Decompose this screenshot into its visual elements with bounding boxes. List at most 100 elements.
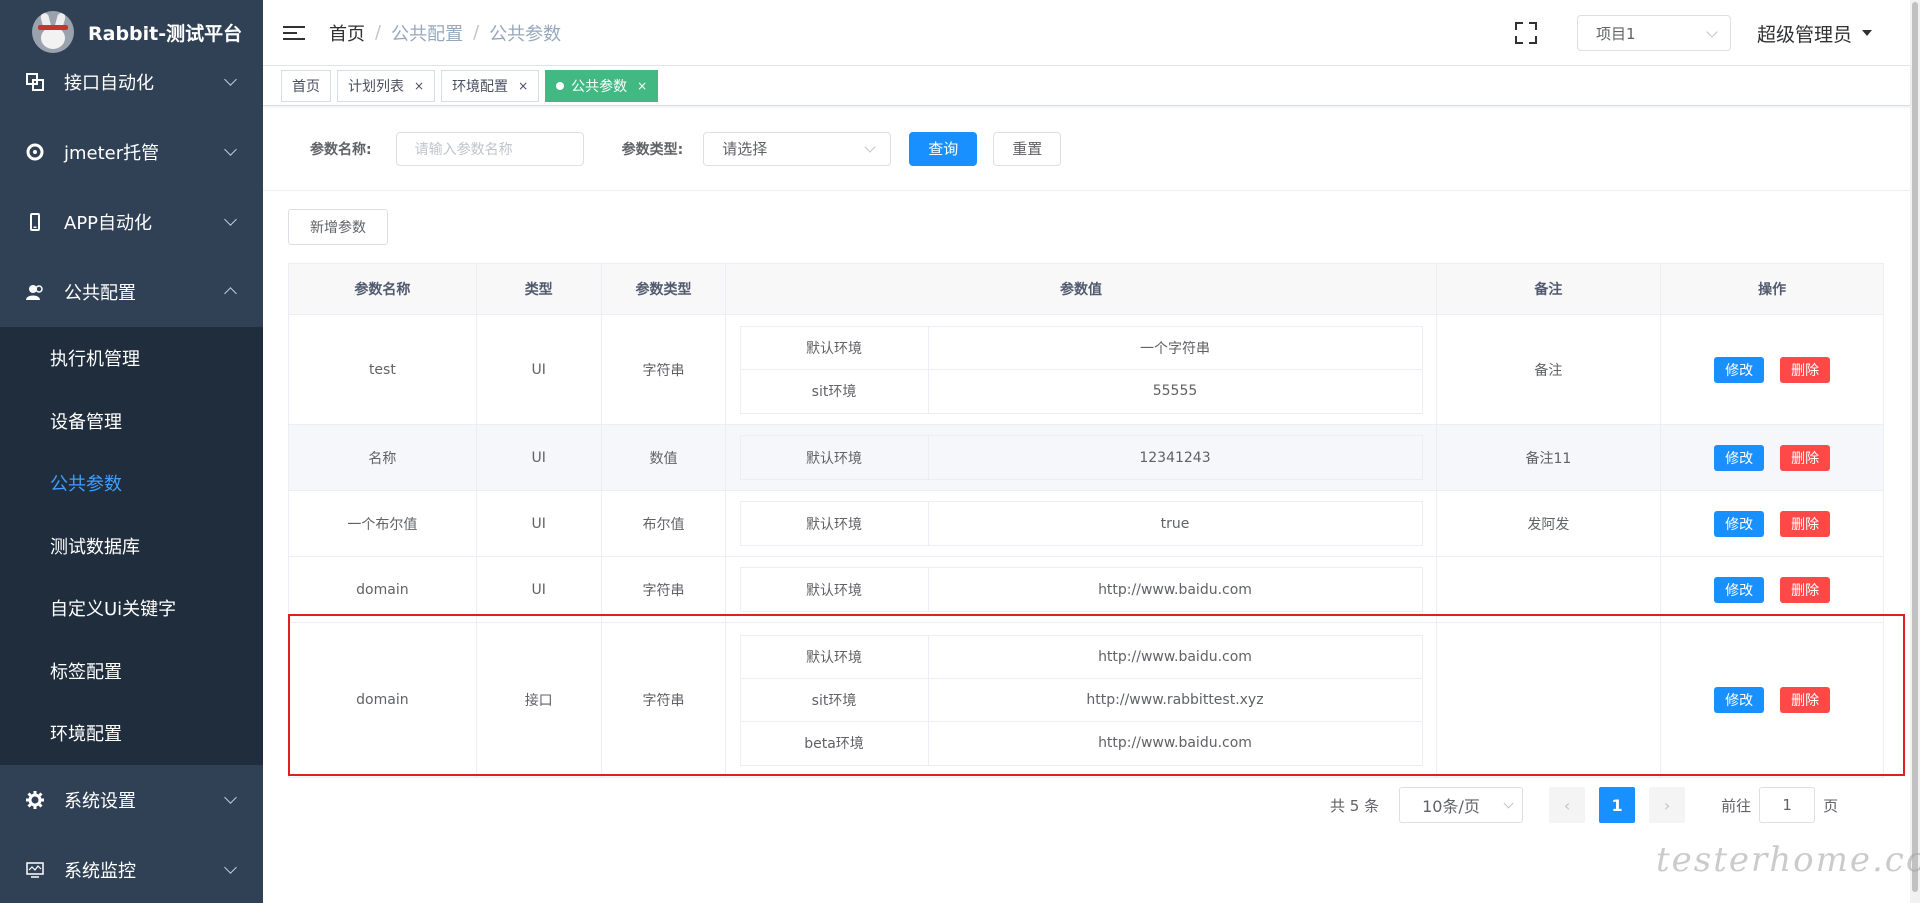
hamburger-icon[interactable] (283, 22, 305, 44)
breadcrumb-home[interactable]: 首页 (329, 20, 365, 46)
param-type-value: 请选择 (722, 140, 768, 158)
env-value: http://www.baidu.com (1098, 581, 1252, 598)
page-size-select[interactable]: 10条/页 (1399, 787, 1524, 823)
reset-button[interactable]: 重置 (993, 131, 1062, 166)
env-name: 默认环境 (741, 568, 929, 611)
edit-button[interactable]: 修改 (1714, 444, 1765, 471)
header-right: 项目1 超级管理员 (1514, 0, 1920, 66)
kind-cell: UI (477, 425, 602, 490)
edit-button[interactable]: 修改 (1714, 576, 1765, 603)
delete-button[interactable]: 删除 (1780, 356, 1831, 383)
param-name-cell: 一个布尔值 (289, 491, 477, 556)
goto-page-input[interactable]: 1 (1759, 787, 1816, 823)
edit-button[interactable]: 修改 (1714, 356, 1765, 383)
column-header: 参数类型 (601, 264, 727, 314)
sidebar-item-jmeter[interactable]: jmeter托管 (0, 117, 263, 187)
tag-home[interactable]: 首页 (281, 69, 331, 102)
delete-button[interactable]: 删除 (1780, 687, 1831, 713)
submenu-item-tags[interactable]: 标签配置 (0, 640, 263, 703)
env-name: 默认环境 (741, 635, 929, 678)
remark-cell (1437, 623, 1662, 777)
tag-plan-list[interactable]: 计划列表 × (337, 69, 436, 102)
env-value: 一个字符串 (1140, 340, 1210, 357)
param-type-select[interactable]: 请选择 (703, 131, 892, 166)
delete-button[interactable]: 删除 (1780, 576, 1831, 603)
param-type-cell: 字符串 (602, 315, 727, 424)
table-row[interactable]: 一个布尔值 UI 布尔值 默认环境 true 发阿发 修改 删除 (289, 491, 1883, 557)
submenu-item-test-db[interactable]: 测试数据库 (0, 515, 263, 578)
sidebar-item-system-monitor[interactable]: 系统监控 (0, 835, 263, 903)
submenu-item-env[interactable]: 环境配置 (0, 702, 263, 765)
tag-env-config[interactable]: 环境配置 × (441, 69, 540, 102)
param-values-cell: 默认环境 http://www.baidu.com sit环境 http://w… (726, 623, 1437, 777)
column-header: 操作 (1661, 264, 1883, 314)
env-value: 55555 (1152, 383, 1198, 399)
sidebar-item-api-automation[interactable]: 接口自动化 (0, 47, 263, 117)
page-number-button[interactable]: 1 (1599, 787, 1636, 823)
submenu-public-config: 执行机管理 设备管理 公共参数 测试数据库 自定义Ui关键字 标签配置 环境配置 (0, 327, 263, 765)
remark-cell: 备注11 (1437, 425, 1662, 490)
param-values-cell: 默认环境 12341243 (726, 425, 1437, 490)
tag-label: 公共参数 (571, 78, 628, 95)
project-select[interactable]: 项目1 (1576, 15, 1731, 51)
param-name-cell: 名称 (289, 425, 477, 490)
column-header: 参数名称 (289, 264, 477, 314)
close-icon[interactable]: × (414, 79, 424, 93)
param-type-cell: 数值 (602, 425, 727, 490)
submenu-item-public-params[interactable]: 公共参数 (0, 452, 263, 515)
vertical-scrollbar[interactable] (1910, 0, 1920, 903)
aperture-icon (26, 143, 44, 161)
gear-icon (26, 790, 44, 809)
env-values-table: 默认环境 true (739, 501, 1423, 546)
env-values-table: 默认环境 http://www.baidu.com sit环境 http://w… (739, 634, 1423, 766)
param-type-cell: 字符串 (602, 623, 727, 777)
sidebar-item-system-settings[interactable]: 系统设置 (0, 765, 263, 835)
users-icon (26, 283, 44, 301)
prev-page-button[interactable]: ‹ (1549, 787, 1586, 823)
active-dot-icon (556, 81, 565, 90)
sidebar-item-label: 公共配置 (64, 283, 136, 304)
edit-button[interactable]: 修改 (1714, 687, 1765, 713)
actions-cell: 修改 删除 (1661, 425, 1883, 490)
user-menu[interactable]: 超级管理员 (1757, 20, 1872, 47)
add-param-button[interactable]: 新增参数 (288, 209, 388, 245)
table-row[interactable]: 名称 UI 数值 默认环境 12341243 备注11 修改 删除 (289, 425, 1883, 491)
env-value: http://www.rabbittest.xyz (1086, 691, 1264, 708)
env-name: 默认环境 (741, 502, 929, 545)
param-name-input[interactable]: 请输入参数名称 (395, 131, 584, 166)
breadcrumb-public-config: 公共配置 (391, 23, 464, 45)
delete-button[interactable]: 删除 (1780, 444, 1831, 471)
env-value: true (1160, 515, 1190, 532)
sidebar-item-label: jmeter托管 (64, 143, 160, 164)
sidebar-menu: 接口自动化 jmeter托管 APP自动化 公共配置 执行机管理 设备管理 公共… (0, 47, 263, 903)
table-row[interactable]: domain UI 字符串 默认环境 http://www.baidu.com … (289, 557, 1883, 623)
tag-public-params[interactable]: 公共参数 × (545, 69, 659, 102)
env-value-row: 默认环境 http://www.baidu.com (741, 568, 1422, 611)
breadcrumb-separator: / (473, 22, 480, 43)
page-size-value: 10条/页 (1422, 797, 1480, 816)
param-type-label: 参数类型: (621, 141, 684, 158)
close-icon[interactable]: × (518, 79, 528, 93)
sidebar-item-public-config[interactable]: 公共配置 (0, 257, 263, 327)
column-header: 备注 (1436, 264, 1662, 314)
table-row[interactable]: test UI 字符串 默认环境 一个字符串 sit环境 55555 备注 修改… (289, 315, 1883, 425)
param-values-cell: 默认环境 http://www.baidu.com (726, 557, 1437, 622)
chevron-down-icon (1706, 26, 1718, 38)
param-name-placeholder: 请输入参数名称 (414, 141, 513, 158)
delete-button[interactable]: 删除 (1780, 510, 1831, 537)
submenu-item-devices[interactable]: 设备管理 (0, 390, 263, 453)
tags-view: 首页 计划列表 × 环境配置 × 公共参数 × (263, 66, 1910, 106)
table-row[interactable]: domain 接口 字符串 默认环境 http://www.baidu.com … (289, 623, 1883, 778)
fullscreen-icon[interactable] (1514, 22, 1537, 44)
query-button[interactable]: 查询 (909, 131, 978, 166)
edit-button[interactable]: 修改 (1714, 510, 1765, 537)
param-name-cell: test (289, 315, 477, 424)
env-value-row: 默认环境 true (741, 502, 1422, 545)
env-value: 12341243 (1139, 449, 1211, 466)
next-page-button[interactable]: › (1649, 787, 1686, 823)
chevron-down-icon (224, 73, 237, 86)
close-icon[interactable]: × (637, 79, 647, 93)
submenu-item-executor[interactable]: 执行机管理 (0, 327, 263, 390)
sidebar-item-app-automation[interactable]: APP自动化 (0, 187, 263, 257)
submenu-item-ui-keywords[interactable]: 自定义Ui关键字 (0, 577, 263, 640)
